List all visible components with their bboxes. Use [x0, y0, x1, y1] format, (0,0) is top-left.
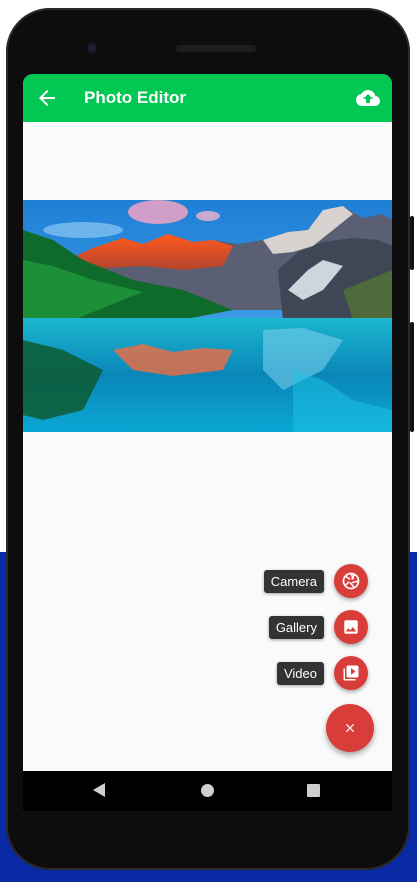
fab-row-video: Video [276, 655, 368, 691]
app-bar: Photo Editor [23, 74, 392, 122]
video-library-icon [343, 665, 359, 681]
cloud-upload-icon[interactable] [356, 86, 380, 110]
nav-back-icon[interactable] [93, 783, 105, 797]
image-icon [344, 620, 358, 634]
page-title: Photo Editor [84, 88, 186, 107]
camera-shutter-icon [342, 572, 360, 590]
fab-close-button[interactable] [326, 704, 374, 752]
gallery-label[interactable]: Gallery [268, 615, 324, 639]
landscape-photo [23, 200, 392, 432]
video-label[interactable]: Video [276, 661, 324, 685]
earpiece-speaker [176, 45, 256, 52]
camera-label[interactable]: Camera [263, 569, 324, 593]
close-icon [345, 723, 355, 733]
volume-button [410, 322, 414, 432]
front-camera [86, 42, 98, 54]
video-button[interactable] [334, 656, 368, 690]
fab-row-gallery: Gallery [268, 609, 368, 645]
camera-button[interactable] [334, 564, 368, 598]
power-button [410, 216, 414, 270]
nav-home-icon[interactable] [201, 784, 214, 797]
app-screen: Photo Editor Camera Gallery Video [23, 74, 392, 771]
gallery-button[interactable] [334, 610, 368, 644]
fab-row-camera: Camera [263, 563, 368, 599]
arrow-back-icon[interactable] [35, 86, 59, 110]
system-nav-bar [23, 771, 392, 811]
nav-recents-icon[interactable] [307, 784, 320, 797]
